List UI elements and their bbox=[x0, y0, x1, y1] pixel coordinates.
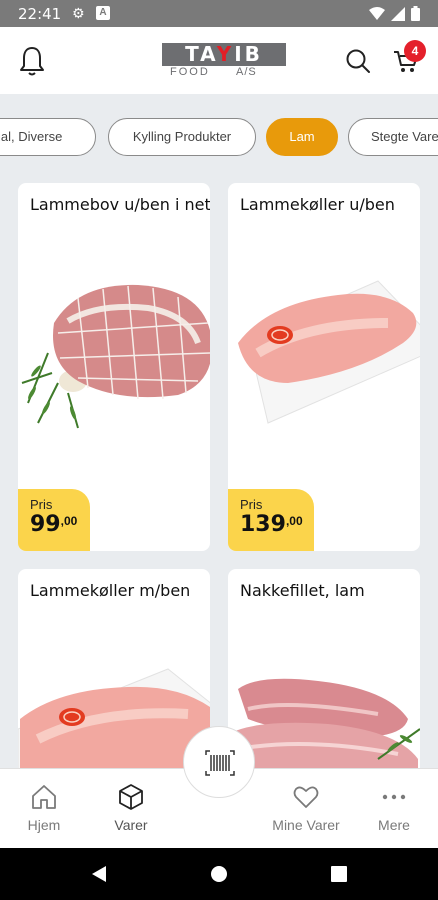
system-navigation-bar bbox=[0, 848, 438, 900]
chip-stegte-varer[interactable]: Stegte Varer bbox=[348, 118, 438, 156]
recents-icon[interactable] bbox=[330, 865, 348, 883]
back-icon[interactable] bbox=[90, 865, 108, 883]
price-tag: Pris 99,00 bbox=[18, 489, 90, 551]
product-image-lamb-leg-bone-in bbox=[18, 668, 210, 779]
product-image-lamb-shoulder bbox=[21, 284, 210, 429]
home-circle-icon[interactable] bbox=[210, 865, 228, 883]
price-decimals: ,00 bbox=[285, 514, 303, 528]
battery-icon bbox=[411, 6, 420, 21]
category-chips: rial, Diverse Kylling Produkter Lam Steg… bbox=[0, 94, 438, 180]
barcode-icon bbox=[205, 750, 235, 776]
product-name: Lammebov u/ben i net bbox=[30, 195, 210, 214]
wifi-icon bbox=[369, 6, 385, 20]
box-icon bbox=[119, 784, 143, 810]
tayyib-logo: TAYIB FOOD A/S bbox=[162, 43, 286, 81]
nav-products[interactable]: Varer bbox=[91, 783, 171, 833]
signal-icon bbox=[391, 6, 405, 21]
bell-icon[interactable] bbox=[18, 45, 46, 77]
gear-icon: ⚙ bbox=[72, 5, 85, 21]
product-name: Nakkefillet, lam bbox=[240, 581, 365, 600]
price-value: 99 bbox=[30, 512, 61, 537]
status-bar: 22:41 ⚙ A bbox=[0, 0, 438, 27]
scan-barcode-button[interactable] bbox=[183, 726, 255, 798]
nav-home[interactable]: Hjem bbox=[4, 783, 84, 833]
status-time: 22:41 bbox=[18, 5, 62, 23]
product-name: Lammekøller m/ben bbox=[30, 581, 191, 600]
cart-count-badge: 4 bbox=[404, 40, 426, 62]
product-card[interactable]: Lammekøller u/ben Pris 139,00 bbox=[228, 183, 420, 551]
app-header: TAYIB FOOD A/S 4 bbox=[0, 27, 438, 94]
search-icon[interactable] bbox=[344, 47, 372, 75]
product-name: Lammekøller u/ben bbox=[240, 195, 395, 214]
nav-my-products[interactable]: Mine Varer bbox=[266, 783, 346, 833]
product-card[interactable]: Lammebov u/ben i net Pris 99,00 bbox=[18, 183, 210, 551]
price-tag: Pris 139,00 bbox=[228, 489, 314, 551]
chip-kylling-produkter[interactable]: Kylling Produkter bbox=[108, 118, 256, 156]
heart-icon bbox=[293, 786, 319, 808]
product-image-lamb-leg-boneless bbox=[238, 280, 420, 424]
a-icon: A bbox=[96, 6, 110, 20]
product-image-lamb-neck-fillet bbox=[228, 678, 420, 779]
nav-more[interactable]: Mere bbox=[354, 783, 434, 833]
price-value: 139 bbox=[240, 512, 286, 537]
price-decimals: ,00 bbox=[60, 514, 78, 528]
chip-lam[interactable]: Lam bbox=[266, 118, 338, 156]
chip-diverse[interactable]: rial, Diverse bbox=[0, 118, 96, 156]
more-dots-icon bbox=[382, 794, 406, 800]
home-icon bbox=[32, 785, 56, 809]
